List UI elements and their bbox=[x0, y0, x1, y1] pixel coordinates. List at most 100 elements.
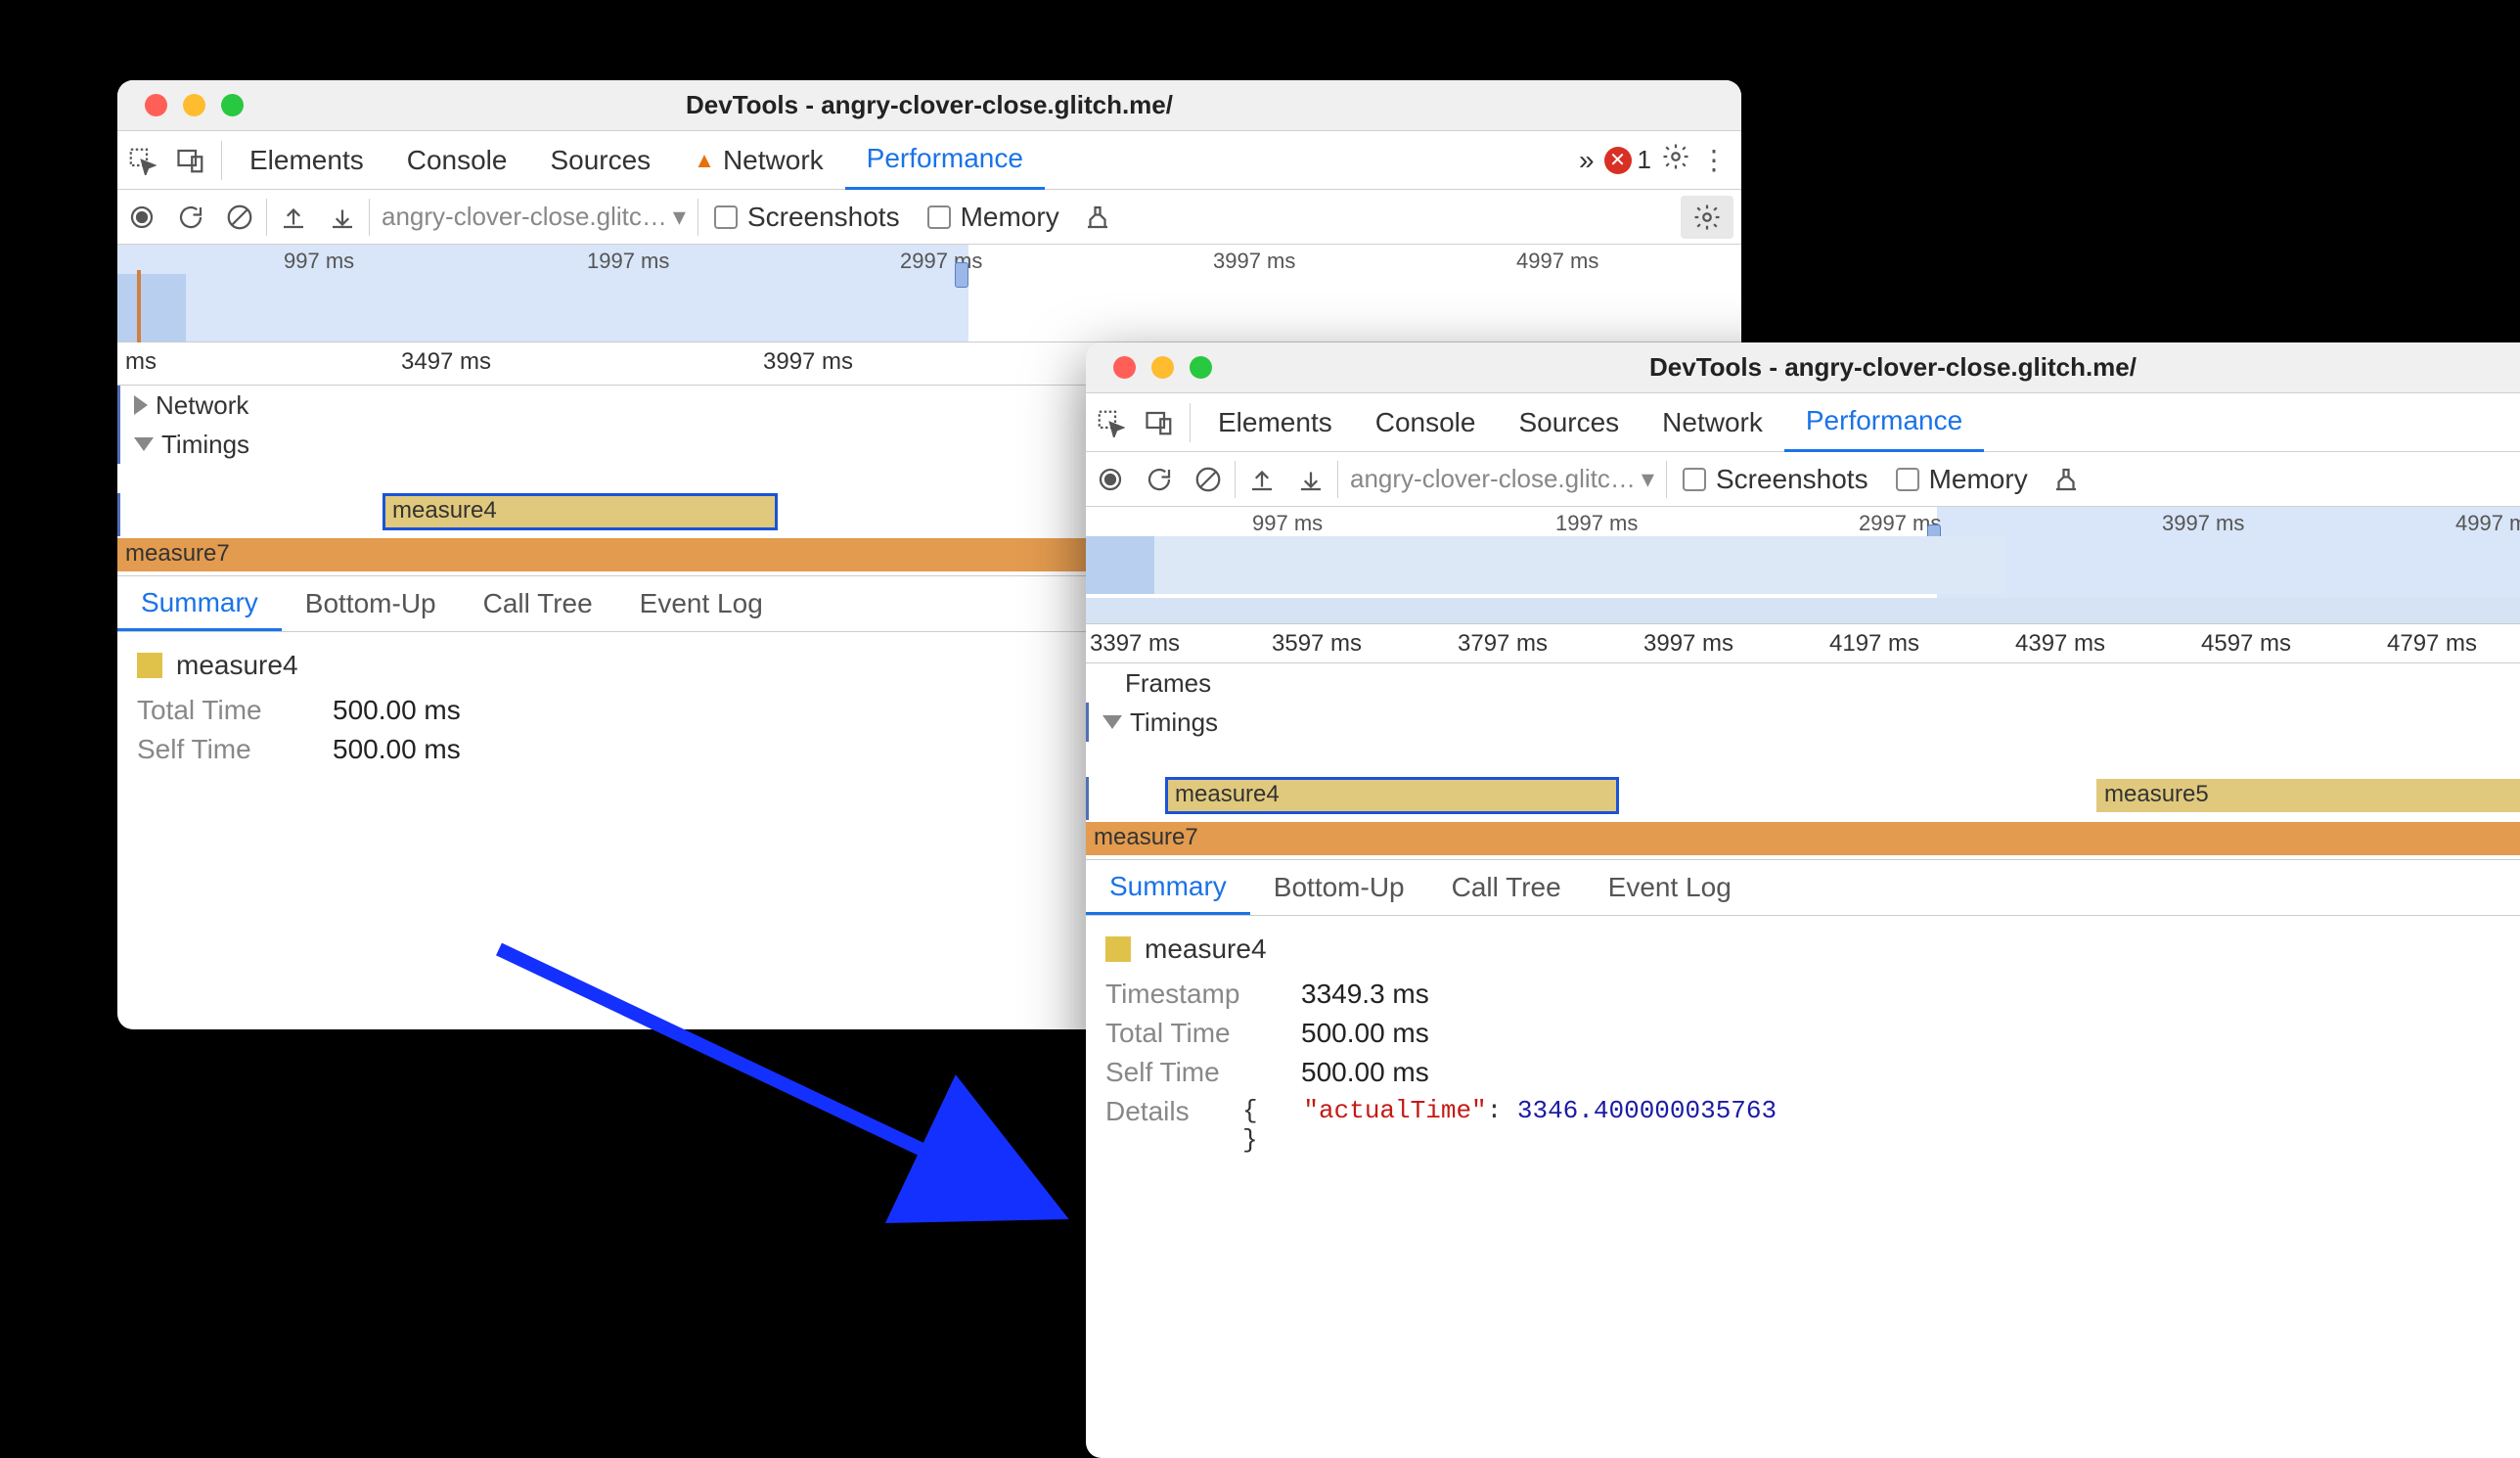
overview-tick: 1997 ms bbox=[1555, 511, 1638, 536]
overview-tick: 2997 ms bbox=[900, 249, 982, 274]
tab-event-log[interactable]: Event Log bbox=[1585, 860, 1755, 915]
label-self-time: Self Time bbox=[1105, 1057, 1272, 1088]
zoom-icon[interactable] bbox=[221, 94, 244, 116]
device-toggle-icon[interactable] bbox=[166, 131, 215, 190]
ruler-tick: 4197 ms bbox=[1829, 630, 1919, 658]
value-timestamp: 3349.3 ms bbox=[1301, 979, 1429, 1010]
overview-tick: 997 ms bbox=[1252, 511, 1323, 536]
label-details: Details bbox=[1105, 1096, 1213, 1155]
flame-tracks: Frames Timings measure4 measure5 measure… bbox=[1086, 663, 2520, 859]
tab-sources[interactable]: Sources bbox=[1497, 393, 1641, 452]
record-button[interactable] bbox=[1086, 452, 1135, 507]
details-json: { "actualTime": 3346.400000035763 } bbox=[1242, 1096, 1777, 1155]
overview-tick: 3997 ms bbox=[2162, 511, 2244, 536]
ruler-tick: 3497 ms bbox=[401, 348, 491, 376]
timing-measure4[interactable]: measure4 bbox=[1167, 779, 1617, 812]
ruler-tick: 3997 ms bbox=[1643, 630, 1733, 658]
screenshots-checkbox[interactable]: Screenshots bbox=[700, 202, 914, 233]
error-count-value: 1 bbox=[1638, 145, 1651, 175]
settings-icon[interactable] bbox=[1661, 142, 1690, 178]
overview-tick: 3997 ms bbox=[1213, 249, 1295, 274]
profile-select[interactable]: angry-clover-close.glitc…▾ bbox=[1340, 464, 1664, 494]
color-swatch-icon bbox=[1105, 936, 1131, 962]
error-count[interactable]: ✕ 1 bbox=[1604, 145, 1651, 175]
devtools-window-after: DevTools - angry-clover-close.glitch.me/… bbox=[1086, 342, 2520, 1458]
inspect-icon[interactable] bbox=[1086, 393, 1135, 452]
kebab-menu-icon[interactable]: ⋮ bbox=[1700, 144, 1726, 176]
zoom-icon[interactable] bbox=[1190, 356, 1212, 379]
tab-summary[interactable]: Summary bbox=[117, 576, 282, 631]
device-toggle-icon[interactable] bbox=[1135, 393, 1184, 452]
gc-button[interactable] bbox=[2042, 452, 2091, 507]
titlebar: DevTools - angry-clover-close.glitch.me/ bbox=[1086, 342, 2520, 393]
value-total-time: 500.00 ms bbox=[333, 695, 461, 726]
ruler-tick: 3397 ms bbox=[1090, 630, 1180, 658]
track-frames[interactable]: Frames bbox=[1086, 663, 2520, 703]
download-button[interactable] bbox=[318, 190, 367, 245]
timing-measure5[interactable]: measure5 bbox=[2096, 779, 2520, 812]
overview-tick: 1997 ms bbox=[587, 249, 669, 274]
tab-elements[interactable]: Elements bbox=[228, 131, 385, 190]
upload-button[interactable] bbox=[269, 190, 318, 245]
overview-handle-icon[interactable] bbox=[955, 262, 968, 288]
window-controls bbox=[1086, 356, 1252, 379]
upload-button[interactable] bbox=[1238, 452, 1286, 507]
tab-call-tree[interactable]: Call Tree bbox=[460, 576, 616, 631]
close-icon[interactable] bbox=[1113, 356, 1136, 379]
label-total-time: Total Time bbox=[137, 695, 303, 726]
ruler-tick: 4397 ms bbox=[2015, 630, 2105, 658]
gc-button[interactable] bbox=[1073, 190, 1122, 245]
timing-measure7[interactable]: measure7 bbox=[1086, 822, 2520, 855]
tab-event-log[interactable]: Event Log bbox=[616, 576, 787, 631]
record-button[interactable] bbox=[117, 190, 166, 245]
memory-checkbox[interactable]: Memory bbox=[914, 202, 1073, 233]
flame-ruler[interactable]: 3397 ms 3597 ms 3797 ms 3997 ms 4197 ms … bbox=[1086, 624, 2520, 663]
screenshots-checkbox[interactable]: Screenshots bbox=[1669, 464, 1882, 495]
ruler-tick: 3997 ms bbox=[763, 348, 853, 376]
timing-measure4[interactable]: measure4 bbox=[384, 495, 776, 528]
capture-settings-icon[interactable] bbox=[1681, 196, 1733, 239]
track-timings[interactable]: Timings bbox=[1086, 703, 2520, 742]
profile-select[interactable]: angry-clover-close.glitc…▾ bbox=[372, 202, 696, 232]
summary-name: measure4 bbox=[176, 650, 298, 681]
close-icon[interactable] bbox=[145, 94, 167, 116]
tab-sources[interactable]: Sources bbox=[528, 131, 672, 190]
tab-console[interactable]: Console bbox=[1354, 393, 1498, 452]
performance-toolbar: angry-clover-close.glitc…▾ Screenshots M… bbox=[117, 190, 1741, 245]
tab-network[interactable]: Network bbox=[1641, 393, 1784, 452]
value-total-time: 500.00 ms bbox=[1301, 1018, 1429, 1049]
tab-network[interactable]: Network bbox=[672, 131, 844, 190]
window-controls bbox=[117, 94, 284, 116]
tab-summary[interactable]: Summary bbox=[1086, 860, 1250, 915]
reload-button[interactable] bbox=[1135, 452, 1184, 507]
detail-tabs: Summary Bottom-Up Call Tree Event Log bbox=[1086, 859, 2520, 916]
inspect-icon[interactable] bbox=[117, 131, 166, 190]
ruler-label: ms bbox=[125, 348, 157, 376]
reload-button[interactable] bbox=[166, 190, 215, 245]
clear-button[interactable] bbox=[215, 190, 264, 245]
tab-console[interactable]: Console bbox=[385, 131, 529, 190]
main-toolbar: Elements Console Sources Network Perform… bbox=[117, 131, 1741, 190]
timeline-overview[interactable]: 997 ms 1997 ms 2997 ms 3997 ms 4997 ms C… bbox=[1086, 507, 2520, 624]
window-title: DevTools - angry-clover-close.glitch.me/ bbox=[1252, 352, 2520, 383]
clear-button[interactable] bbox=[1184, 452, 1233, 507]
tab-performance[interactable]: Performance bbox=[1784, 393, 1984, 452]
panel-tabs: Elements Console Sources Network Perform… bbox=[228, 131, 1045, 190]
tab-bottom-up[interactable]: Bottom-Up bbox=[1250, 860, 1428, 915]
label-timestamp: Timestamp bbox=[1105, 979, 1272, 1010]
tab-performance[interactable]: Performance bbox=[845, 131, 1045, 190]
timeline-overview[interactable]: 997 ms 1997 ms 2997 ms 3997 ms 4997 ms bbox=[117, 245, 1741, 342]
overview-tick: 997 ms bbox=[284, 249, 354, 274]
minimize-icon[interactable] bbox=[1151, 356, 1174, 379]
minimize-icon[interactable] bbox=[183, 94, 205, 116]
ruler-tick: 4597 ms bbox=[2201, 630, 2291, 658]
memory-checkbox[interactable]: Memory bbox=[1882, 464, 2042, 495]
tab-call-tree[interactable]: Call Tree bbox=[1428, 860, 1585, 915]
label-self-time: Self Time bbox=[137, 734, 303, 765]
overview-tick: 4997 ms bbox=[2455, 511, 2520, 536]
tab-bottom-up[interactable]: Bottom-Up bbox=[282, 576, 460, 631]
more-tabs-icon[interactable]: » bbox=[1579, 145, 1595, 176]
download-button[interactable] bbox=[1286, 452, 1335, 507]
main-toolbar: Elements Console Sources Network Perform… bbox=[1086, 393, 2520, 452]
tab-elements[interactable]: Elements bbox=[1196, 393, 1354, 452]
